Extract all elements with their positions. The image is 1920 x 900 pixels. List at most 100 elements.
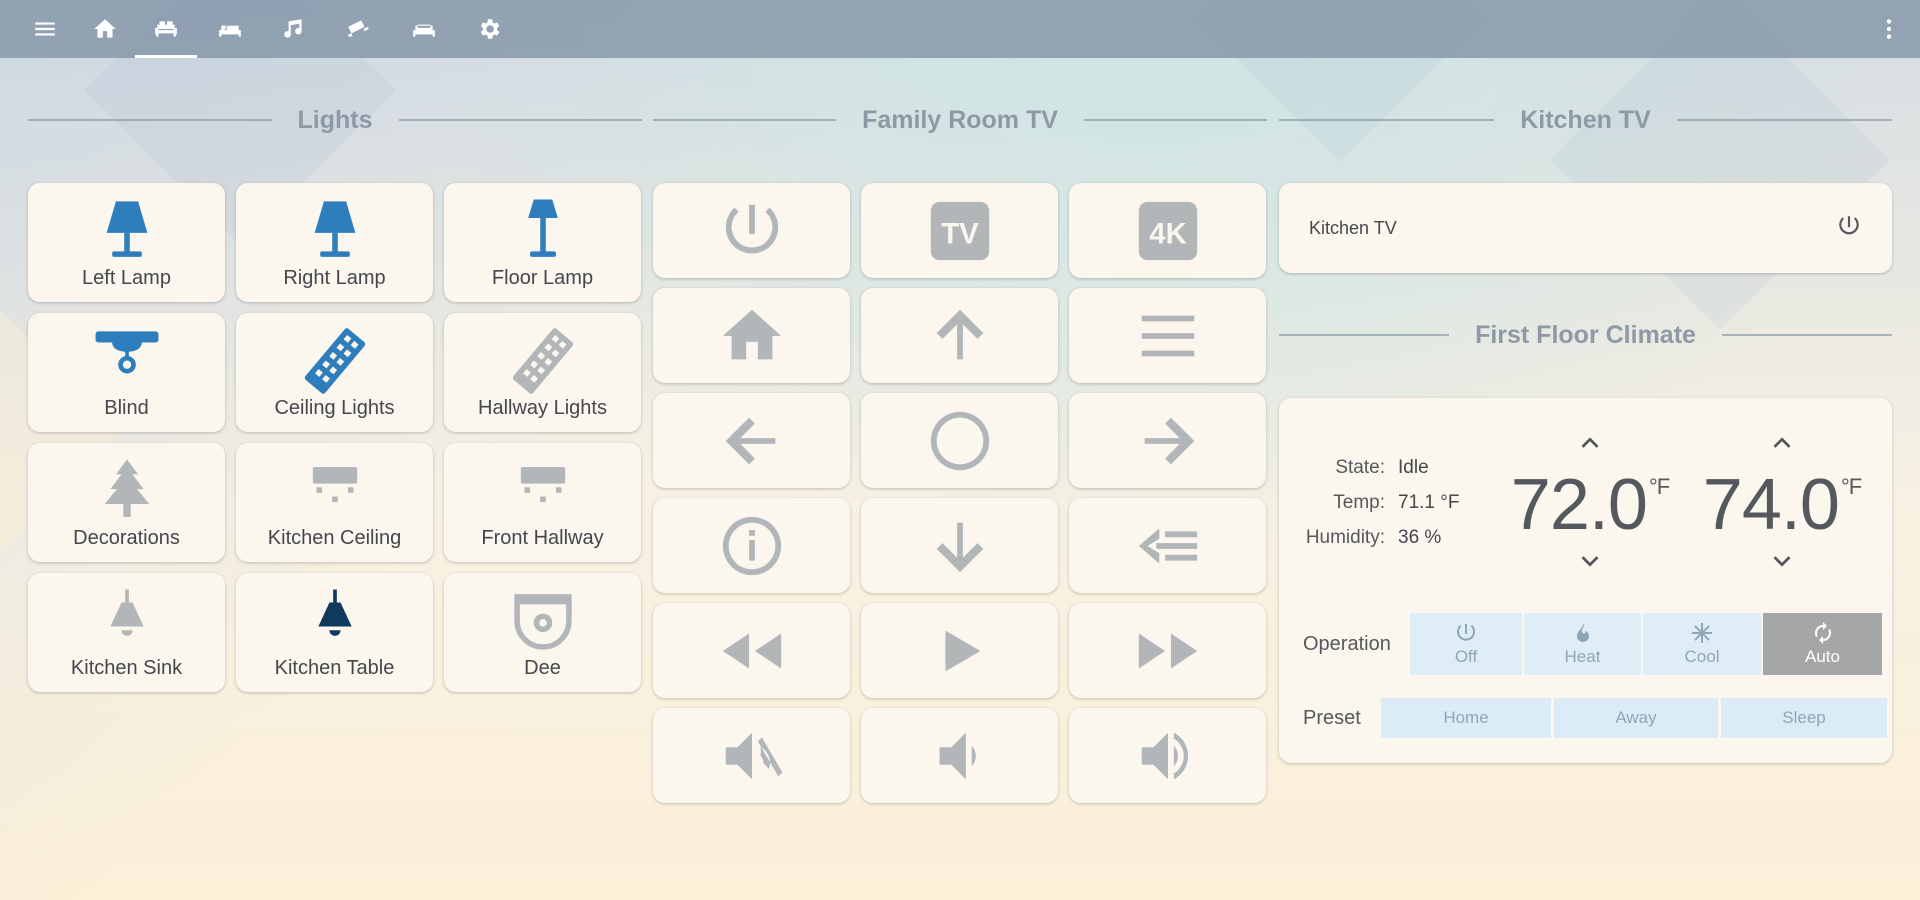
fast-forward-button[interactable]: [1069, 603, 1266, 698]
top-app-bar: [0, 0, 1920, 58]
remote-badge-text: 4K: [1149, 218, 1186, 250]
pine-tree-icon: [87, 451, 167, 531]
home-button[interactable]: [653, 288, 850, 383]
rewind-button[interactable]: [653, 603, 850, 698]
chevron-down-icon[interactable]: [1765, 544, 1799, 578]
left-button[interactable]: [653, 393, 850, 488]
tab-security[interactable]: [325, 0, 391, 58]
volume-high-icon: [1141, 732, 1188, 779]
operation-auto-button[interactable]: Auto: [1763, 613, 1882, 675]
divider-line: [1279, 119, 1495, 121]
snowflake-icon: [1692, 623, 1712, 643]
light-label: Kitchen Table: [274, 657, 395, 679]
pendant-light-icon: [87, 581, 167, 661]
light-card-ceiling-lights[interactable]: Ceiling Lights: [236, 313, 433, 432]
family-tv-title: Family Room TV: [862, 105, 1058, 134]
bed-outline-icon: [413, 23, 435, 37]
high-setpoint: 74.0°F: [1687, 426, 1877, 576]
tab-guest-room[interactable]: [391, 0, 457, 58]
light-card-kitchen-sink[interactable]: Kitchen Sink: [28, 573, 225, 692]
light-label: Decorations: [73, 527, 180, 549]
operation-cool-label: Cool: [1684, 647, 1720, 666]
divider-line: [653, 119, 837, 121]
low-setpoint: 72.0°F: [1495, 426, 1685, 576]
chevron-up-icon[interactable]: [1765, 426, 1799, 460]
dots-vertical-icon[interactable]: [1874, 0, 1904, 58]
light-card-left-lamp[interactable]: Left Lamp: [28, 183, 225, 302]
operation-heat-label: Heat: [1564, 647, 1601, 666]
light-card-hallway-lights[interactable]: Hallway Lights: [444, 313, 641, 432]
hamburger-menu-icon[interactable]: [15, 0, 75, 58]
state-label: State:: [1335, 456, 1385, 478]
kitchen-tv-name: Kitchen TV: [1309, 217, 1397, 238]
tab-settings[interactable]: [457, 0, 521, 58]
tab-music[interactable]: [263, 0, 325, 58]
arrow-up-icon: [936, 309, 983, 359]
4k-icon: 4K: [1138, 201, 1197, 260]
info-button[interactable]: [653, 498, 850, 593]
back-button[interactable]: [1069, 498, 1266, 593]
tab-bedroom[interactable]: [197, 0, 263, 58]
climate-section-header: First Floor Climate: [1279, 315, 1892, 355]
operation-off-button[interactable]: Off: [1410, 613, 1522, 675]
kitchen-tv-card: Kitchen TV: [1279, 183, 1892, 273]
volume-low-icon: [939, 732, 976, 779]
operation-auto-label: Auto: [1805, 647, 1840, 666]
light-card-decorations[interactable]: Decorations: [28, 443, 225, 562]
arrow-left-icon: [725, 417, 775, 464]
tab-home[interactable]: [75, 0, 135, 58]
security-camera-icon: [348, 20, 369, 37]
floor-lamp-icon: [503, 191, 583, 271]
low-setpoint-value: 72.0: [1510, 465, 1648, 545]
high-setpoint-unit: °F: [1840, 474, 1862, 499]
climate-title: First Floor Climate: [1475, 320, 1696, 349]
up-button[interactable]: [861, 288, 1058, 383]
lights-section-header: Lights: [28, 100, 642, 140]
light-card-kitchen-table[interactable]: Kitchen Table: [236, 573, 433, 692]
preset-sleep-button[interactable]: Sleep: [1721, 698, 1887, 738]
kitchen-tv-title: Kitchen TV: [1520, 105, 1651, 134]
light-card-floor-lamp[interactable]: Floor Lamp: [444, 183, 641, 302]
ceiling-light-icon: [87, 321, 167, 401]
family-tv-section-header: Family Room TV: [653, 100, 1267, 140]
chevron-down-icon[interactable]: [1573, 544, 1607, 578]
power-icon: [725, 204, 778, 253]
preset-home-button[interactable]: Home: [1381, 698, 1551, 738]
mute-button[interactable]: [653, 708, 850, 803]
light-card-right-lamp[interactable]: Right Lamp: [236, 183, 433, 302]
tab-living-room[interactable]: [135, 0, 197, 58]
power-icon: [1457, 624, 1475, 641]
tv-button[interactable]: TV: [861, 183, 1058, 278]
down-button[interactable]: [861, 498, 1058, 593]
light-card-blind[interactable]: Blind: [28, 313, 225, 432]
operation-heat-button[interactable]: Heat: [1524, 613, 1641, 675]
volume-up-button[interactable]: [1069, 708, 1266, 803]
circle-outline-icon: [930, 411, 989, 470]
light-card-dee[interactable]: Dee: [444, 573, 641, 692]
light-label: Floor Lamp: [491, 267, 594, 289]
right-button[interactable]: [1069, 393, 1266, 488]
select-button[interactable]: [861, 393, 1058, 488]
arrow-down-icon: [936, 522, 983, 572]
preset-away-button[interactable]: Away: [1554, 698, 1718, 738]
power-button[interactable]: [653, 183, 850, 278]
table-lamp-icon: [295, 191, 375, 271]
info-icon: [722, 516, 781, 575]
low-setpoint-unit: °F: [1648, 474, 1670, 499]
chevron-up-icon[interactable]: [1573, 426, 1607, 460]
fast-forward-icon: [1138, 633, 1197, 668]
4k-button[interactable]: 4K: [1069, 183, 1266, 278]
light-label: Kitchen Ceiling: [267, 527, 402, 549]
light-card-front-hallway[interactable]: Front Hallway: [444, 443, 641, 562]
play-button[interactable]: [861, 603, 1058, 698]
operation-cool-button[interactable]: Cool: [1643, 613, 1761, 675]
menu-button[interactable]: [1069, 288, 1266, 383]
light-card-kitchen-ceiling[interactable]: Kitchen Ceiling: [236, 443, 433, 562]
fire-icon: [1576, 623, 1589, 642]
power-icon[interactable]: [1836, 213, 1862, 244]
divider-line: [1676, 119, 1893, 121]
high-setpoint-value: 74.0: [1702, 465, 1840, 545]
volume-down-button[interactable]: [861, 708, 1058, 803]
divider-line: [1279, 334, 1450, 336]
play-icon: [944, 630, 980, 671]
